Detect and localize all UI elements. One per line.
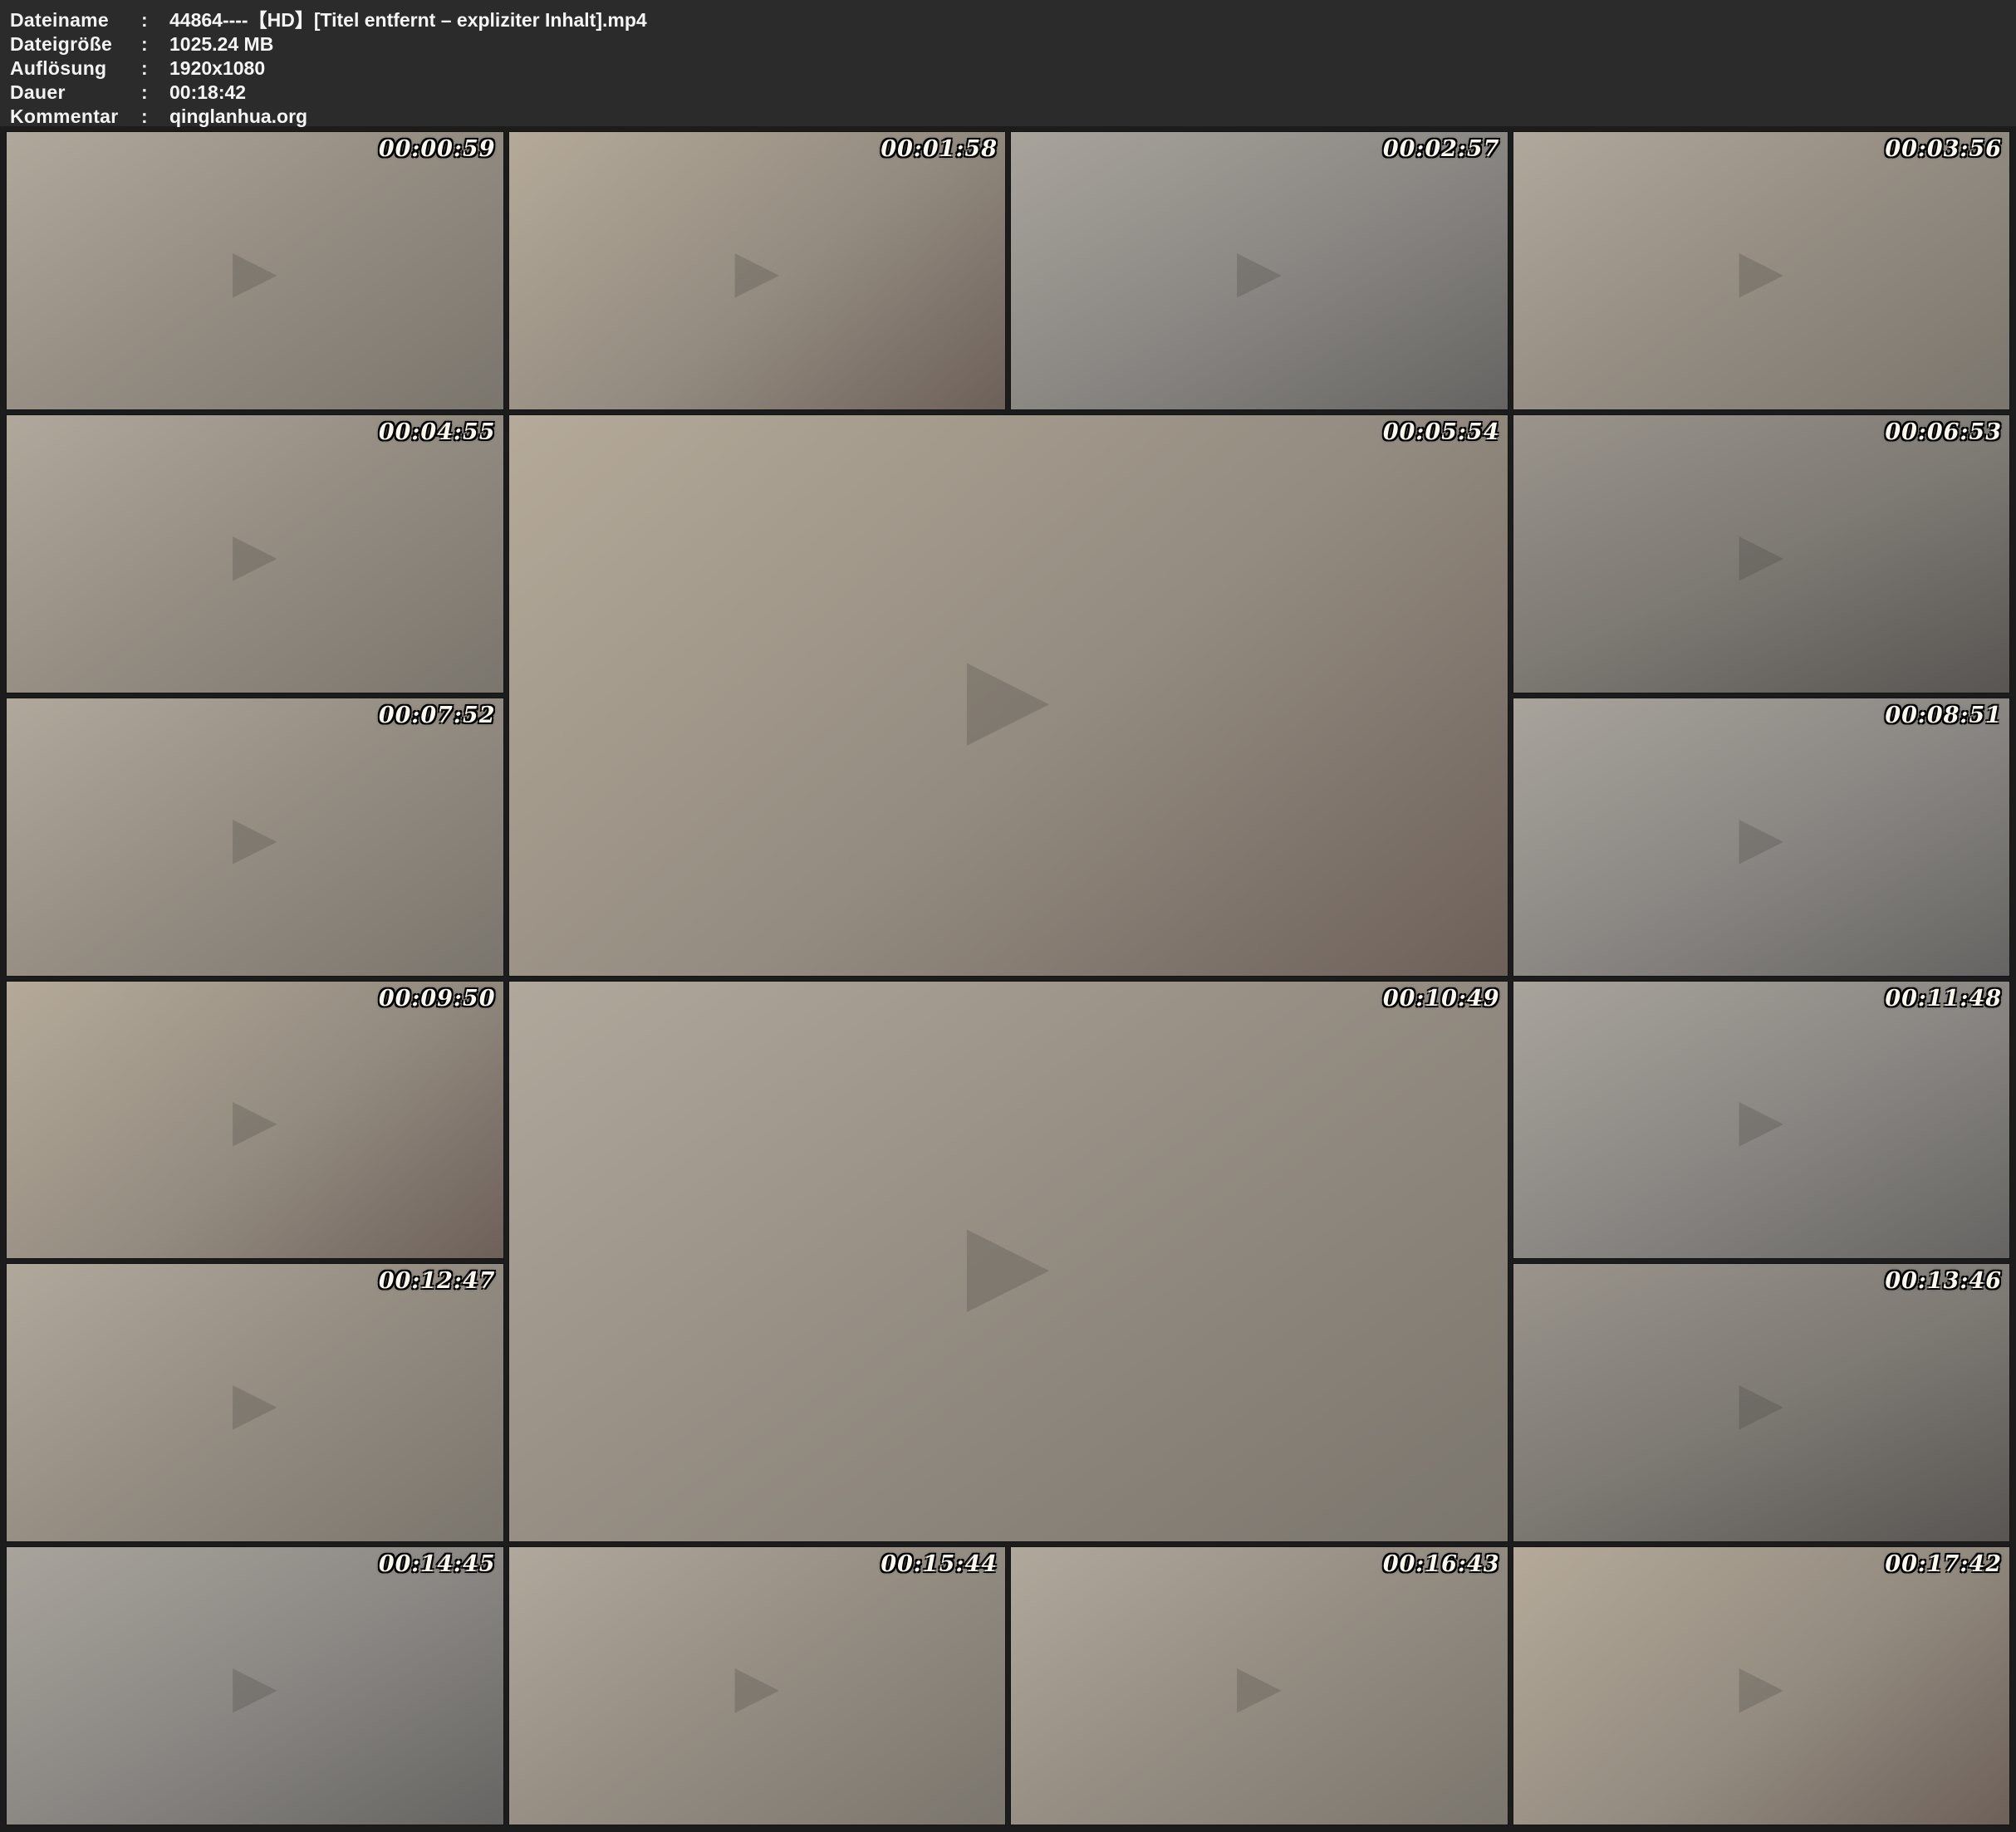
thumbnail: ▶ 00:08:51 [1513,698,2011,977]
thumbnail: ▶ 00:06:53 [1513,414,2011,693]
thumbnail-large: ▶ 00:05:54 [508,414,1508,977]
thumbnail: ▶ 00:04:55 [6,414,504,693]
timestamp-badge: 00:08:51 [1885,703,2002,728]
timestamp-badge: 00:15:44 [880,1551,998,1577]
file-info-header: Dateiname : 44864----【HD】[Titel entfernt… [0,0,2016,126]
field-separator: : [141,105,169,129]
resolution-value: 1920x1080 [169,56,265,81]
timestamp-badge: 00:14:45 [379,1551,496,1577]
timestamp-badge: 00:13:46 [1885,1268,2002,1294]
film-placeholder-icon: ▶ [233,520,277,588]
field-label: Kommentar [10,105,141,129]
film-placeholder-icon: ▶ [233,803,277,871]
thumbnail: ▶ 00:13:46 [1513,1263,2011,1542]
field-separator: : [141,81,169,105]
film-placeholder-icon: ▶ [233,1369,277,1437]
field-separator: : [141,56,169,81]
film-placeholder-icon: ▶ [1237,237,1282,305]
thumbnail: ▶ 00:02:57 [1010,131,1508,410]
thumbnail: ▶ 00:09:50 [6,981,504,1260]
thumbnail: ▶ 00:07:52 [6,698,504,977]
film-placeholder-icon: ▶ [1739,237,1783,305]
field-label: Dateigröße [10,32,141,56]
field-aufloesung: Auflösung : 1920x1080 [10,56,2016,81]
thumbnail: ▶ 00:16:43 [1010,1546,1508,1825]
thumbnail: ▶ 00:03:56 [1513,131,2011,410]
field-label: Dauer [10,81,141,105]
thumbnail: ▶ 00:14:45 [6,1546,504,1825]
thumbnail: ▶ 00:00:59 [6,131,504,410]
timestamp-badge: 00:01:58 [880,136,998,162]
field-label: Dateiname [10,8,141,32]
film-placeholder-icon: ▶ [734,237,779,305]
film-placeholder-icon: ▶ [233,1652,277,1720]
thumbnail: ▶ 00:01:58 [508,131,1007,410]
timestamp-badge: 00:09:50 [379,986,496,1012]
timestamp-badge: 00:06:53 [1885,419,2002,445]
timestamp-badge: 00:07:52 [379,703,496,728]
film-placeholder-icon: ▶ [233,237,277,305]
timestamp-badge: 00:03:56 [1885,136,2002,162]
filesize-value: 1025.24 MB [169,32,273,56]
comment-value: qinglanhua.org [169,105,307,129]
timestamp-badge: 00:05:54 [1383,419,1500,445]
timestamp-badge: 00:00:59 [379,136,496,162]
field-dateigroesse: Dateigröße : 1025.24 MB [10,32,2016,56]
thumbnail-grid: ▶ 00:00:59 ▶ 00:01:58 ▶ 00:02:57 ▶ 00:03… [0,126,2016,1832]
field-dateiname: Dateiname : 44864----【HD】[Titel entfernt… [10,8,2016,32]
duration-value: 00:18:42 [169,81,246,105]
film-placeholder-icon: ▶ [967,632,1050,758]
film-placeholder-icon: ▶ [1739,1369,1783,1437]
thumbnail-large: ▶ 00:10:49 [508,981,1508,1543]
thumbnail: ▶ 00:17:42 [1513,1546,2011,1825]
film-placeholder-icon: ▶ [233,1085,277,1154]
film-placeholder-icon: ▶ [967,1198,1050,1325]
field-kommentar: Kommentar : qinglanhua.org [10,105,2016,129]
timestamp-badge: 00:04:55 [379,419,496,445]
thumbnail: ▶ 00:12:47 [6,1263,504,1542]
film-placeholder-icon: ▶ [1237,1652,1282,1720]
timestamp-badge: 00:10:49 [1383,986,1500,1012]
field-separator: : [141,32,169,56]
timestamp-badge: 00:02:57 [1383,136,1500,162]
timestamp-badge: 00:17:42 [1885,1551,2002,1577]
timestamp-badge: 00:16:43 [1383,1551,1500,1577]
filename-value: 44864----【HD】[Titel entfernt – explizite… [169,8,647,32]
film-placeholder-icon: ▶ [1739,520,1783,588]
field-label: Auflösung [10,56,141,81]
film-placeholder-icon: ▶ [734,1652,779,1720]
thumbnail: ▶ 00:15:44 [508,1546,1007,1825]
thumbnail: ▶ 00:11:48 [1513,981,2011,1260]
timestamp-badge: 00:11:48 [1885,986,2002,1012]
film-placeholder-icon: ▶ [1739,803,1783,871]
field-dauer: Dauer : 00:18:42 [10,81,2016,105]
film-placeholder-icon: ▶ [1739,1085,1783,1154]
film-placeholder-icon: ▶ [1739,1652,1783,1720]
field-separator: : [141,8,169,32]
timestamp-badge: 00:12:47 [379,1268,496,1294]
